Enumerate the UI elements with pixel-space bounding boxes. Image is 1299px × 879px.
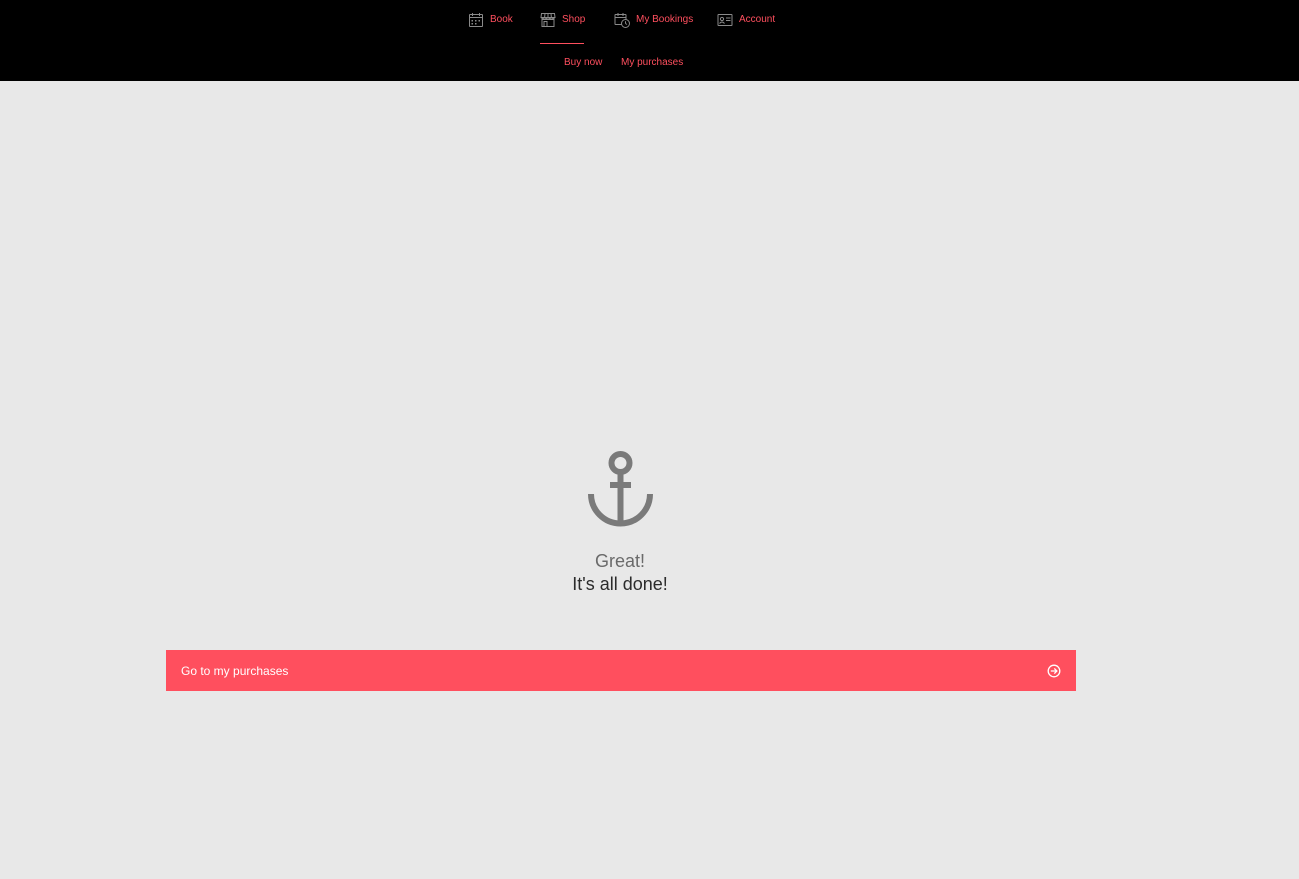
top-navigation-bar: Book Shop My Bookings Account Buy now My…	[0, 0, 1299, 81]
subnav-item-buy-now[interactable]: Buy now	[564, 56, 602, 70]
confirmation-message: It's all done!	[572, 574, 668, 594]
cta-label: Go to my purchases	[181, 663, 289, 678]
storefront-icon	[540, 12, 556, 28]
subnav-item-my-purchases[interactable]: My purchases	[621, 56, 683, 70]
id-card-icon	[717, 12, 733, 28]
arrow-circle-right-icon	[1047, 664, 1061, 678]
nav-item-account[interactable]: Account	[717, 12, 775, 43]
calendar-icon	[468, 12, 484, 28]
nav-item-label: Shop	[562, 14, 586, 25]
anchor-icon	[587, 450, 655, 528]
nav-item-label: My Bookings	[636, 14, 694, 25]
nav-item-book[interactable]: Book	[468, 12, 513, 43]
sub-nav: Buy now My purchases	[0, 56, 1299, 70]
nav-item-shop[interactable]: Shop	[540, 12, 586, 44]
confirmation-title: Great!	[594, 551, 646, 571]
go-to-my-purchases-button[interactable]: Go to my purchases	[166, 650, 1076, 691]
calendar-clock-icon	[614, 12, 630, 28]
nav-item-my-bookings[interactable]: My Bookings	[614, 12, 693, 43]
nav-item-label: Book	[490, 14, 513, 25]
main-nav: Book Shop My Bookings Account	[0, 0, 1299, 44]
nav-item-label: Account	[739, 14, 776, 25]
